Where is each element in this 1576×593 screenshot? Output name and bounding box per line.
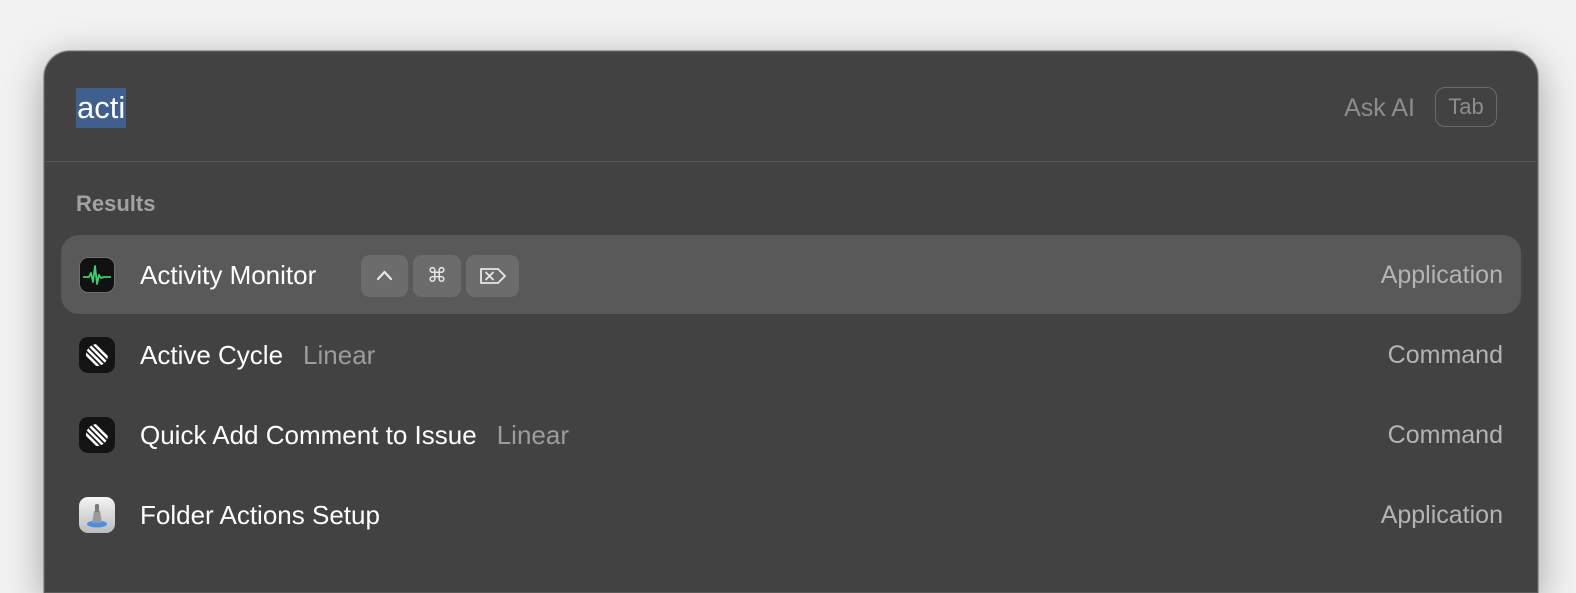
result-type: Application [1380,501,1503,529]
folder-actions-setup-icon [79,497,115,533]
result-title: Folder Actions Setup [140,500,380,530]
search-input[interactable]: acti [76,88,127,128]
result-row-quick-add-comment[interactable]: Quick Add Comment to Issue Linear Command [61,395,1521,474]
activity-monitor-icon [79,257,115,293]
result-row-folder-actions-setup[interactable]: Folder Actions Setup Application [61,475,1521,554]
result-title-group: Quick Add Comment to Issue Linear [140,419,569,451]
result-title: Active Cycle [140,340,284,370]
launcher-window: acti Ask AI Tab Results Activity Monitor… [44,51,1538,593]
result-row-active-cycle[interactable]: Active Cycle Linear Command [61,315,1521,394]
result-type: Command [1387,421,1503,449]
forward-delete-key-icon [466,255,519,297]
ask-ai-button[interactable]: Ask AI [1344,92,1415,124]
result-title: Activity Monitor [140,260,317,290]
result-title: Quick Add Comment to Issue [140,420,477,450]
section-title: Results [76,191,156,216]
command-key-icon: ⌘ [413,255,461,297]
result-title-group: Active Cycle Linear [140,339,375,371]
result-row-activity-monitor[interactable]: Activity Monitor ⌘ Application [61,235,1521,314]
result-type: Application [1380,261,1503,289]
linear-icon [79,417,115,453]
control-key-icon [361,255,408,297]
result-subtitle: Linear [496,420,569,450]
tab-key-hint: Tab [1435,87,1497,127]
search-bar: acti Ask AI Tab [45,52,1537,162]
linear-icon [79,337,115,373]
result-subtitle: Linear [303,340,376,370]
result-type: Command [1387,341,1503,369]
